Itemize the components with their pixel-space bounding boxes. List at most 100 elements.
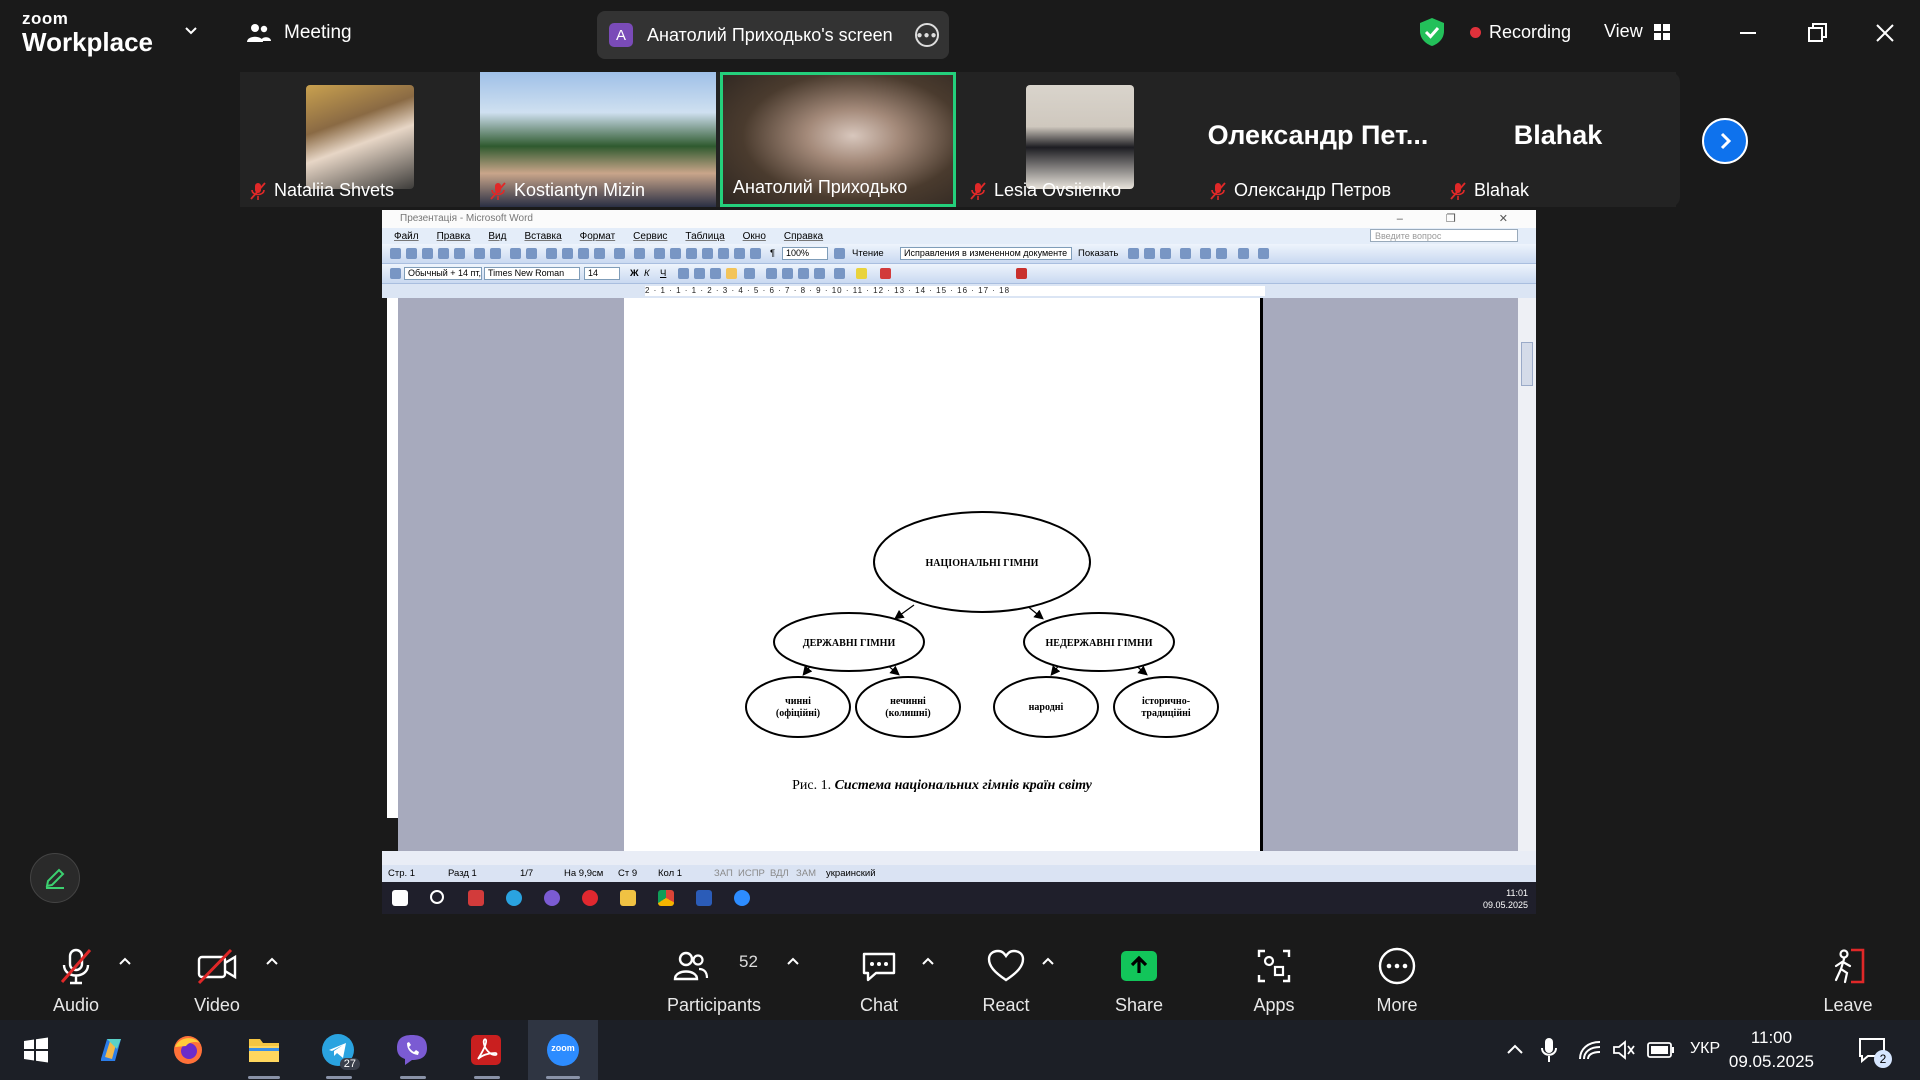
align-center-icon[interactable] bbox=[694, 268, 705, 279]
next-change-icon[interactable] bbox=[1144, 248, 1155, 259]
bullets-icon[interactable] bbox=[782, 268, 793, 279]
menu-insert[interactable]: Вставка bbox=[524, 231, 561, 242]
open-icon[interactable] bbox=[406, 248, 417, 259]
italic-button[interactable]: К bbox=[644, 268, 650, 279]
menu-table[interactable]: Таблица bbox=[685, 231, 724, 242]
email-icon[interactable] bbox=[454, 248, 465, 259]
status-track[interactable]: ИСПР bbox=[738, 868, 765, 879]
horizontal-ruler[interactable]: 2 · 1 · 1 · 1 · 2 · 3 · 4 · 5 · 6 · 7 · … bbox=[382, 284, 1536, 298]
firefox-button[interactable] bbox=[168, 1030, 208, 1070]
view-button[interactable]: View bbox=[1604, 21, 1671, 42]
menu-view[interactable]: Вид bbox=[488, 231, 506, 242]
highlight-color-icon[interactable] bbox=[856, 268, 867, 279]
menu-help[interactable]: Справка bbox=[784, 231, 823, 242]
participant-tile[interactable]: Kostiantyn Mizin bbox=[480, 72, 716, 207]
research-icon[interactable] bbox=[526, 248, 537, 259]
print-icon[interactable] bbox=[474, 248, 485, 259]
increase-indent-icon[interactable] bbox=[814, 268, 825, 279]
acrobat-button[interactable] bbox=[466, 1030, 506, 1070]
toolbar-extra-icon[interactable] bbox=[1016, 268, 1027, 279]
accept-change-icon[interactable] bbox=[1160, 248, 1171, 259]
security-shield-icon[interactable] bbox=[1418, 16, 1446, 48]
copilot-button[interactable] bbox=[92, 1030, 132, 1070]
chevron-down-icon[interactable] bbox=[184, 24, 198, 38]
font-combo[interactable]: Times New Roman bbox=[484, 267, 580, 280]
reviewing-pane-icon[interactable] bbox=[1238, 248, 1249, 259]
notifications-button[interactable]: 2 bbox=[1852, 1030, 1892, 1070]
border-icon[interactable] bbox=[834, 268, 845, 279]
meeting-menu-button[interactable]: Meeting bbox=[246, 22, 352, 44]
zoom-icon[interactable] bbox=[734, 890, 750, 906]
document-page[interactable]: НАЦІОНАЛЬНІ ГІМНИ ДЕРЖАВНІ ГІМНИ НЕДЕРЖА… bbox=[624, 298, 1263, 851]
font-size-combo[interactable]: 14 bbox=[584, 267, 620, 280]
line-spacing-icon[interactable] bbox=[744, 268, 755, 279]
menu-file[interactable]: Файл bbox=[394, 231, 419, 242]
toolbar-options-icon[interactable] bbox=[1258, 248, 1269, 259]
reject-change-icon[interactable] bbox=[1180, 248, 1191, 259]
search-icon[interactable] bbox=[430, 890, 444, 904]
participant-tile-active-speaker[interactable]: Анатолий Приходько bbox=[720, 72, 956, 207]
menu-tools[interactable]: Сервис bbox=[633, 231, 667, 242]
font-color-icon[interactable] bbox=[880, 268, 891, 279]
decrease-indent-icon[interactable] bbox=[798, 268, 809, 279]
leave-button[interactable]: Leave bbox=[1820, 932, 1876, 1020]
video-button[interactable]: Video bbox=[185, 932, 249, 1020]
status-record[interactable]: ЗАП bbox=[714, 868, 733, 879]
style-combo[interactable]: Обычный + 14 пт, bbox=[404, 267, 482, 280]
menu-edit[interactable]: Правка bbox=[437, 231, 471, 242]
start-button[interactable] bbox=[16, 1030, 56, 1070]
show-hide-icon[interactable]: ¶ bbox=[770, 248, 775, 259]
insert-excel-icon[interactable] bbox=[702, 248, 713, 259]
undo-icon[interactable] bbox=[614, 248, 625, 259]
scrollbar-thumb[interactable] bbox=[1521, 342, 1533, 386]
microphone-icon[interactable] bbox=[1540, 1037, 1558, 1063]
minimize-icon[interactable] bbox=[1733, 18, 1763, 48]
participant-tile[interactable]: Lesia Ovsiienko bbox=[960, 72, 1196, 207]
telegram-icon[interactable] bbox=[506, 890, 522, 906]
file-explorer-button[interactable] bbox=[244, 1030, 284, 1070]
chevron-up-icon[interactable] bbox=[1506, 1042, 1524, 1056]
system-clock[interactable]: 11:00 09.05.2025 bbox=[1729, 1026, 1814, 1074]
chevron-up-icon[interactable] bbox=[921, 954, 935, 968]
keyboard-language[interactable]: УКР bbox=[1690, 1040, 1720, 1058]
cut-icon[interactable] bbox=[546, 248, 557, 259]
align-left-icon[interactable] bbox=[678, 268, 689, 279]
wifi-icon[interactable] bbox=[1578, 1039, 1602, 1061]
justify-icon[interactable] bbox=[726, 268, 737, 279]
more-options-icon[interactable]: ●●● bbox=[915, 23, 939, 47]
track-changes-combo[interactable]: Исправления в измененном документе bbox=[900, 247, 1072, 260]
save-icon[interactable] bbox=[422, 248, 433, 259]
show-markup-button[interactable]: Показать bbox=[1078, 248, 1118, 259]
document-area[interactable]: НАЦІОНАЛЬНІ ГІМНИ ДЕРЖАВНІ ГІМНИ НЕДЕРЖА… bbox=[398, 298, 1518, 851]
apps-button[interactable]: Apps bbox=[1246, 932, 1302, 1020]
underline-button[interactable]: Ч bbox=[660, 268, 666, 279]
menu-format[interactable]: Формат bbox=[580, 231, 616, 242]
recording-indicator[interactable]: Recording bbox=[1470, 22, 1571, 43]
telegram-button[interactable]: 27 bbox=[318, 1030, 360, 1070]
paste-icon[interactable] bbox=[578, 248, 589, 259]
chevron-up-icon[interactable] bbox=[118, 954, 132, 968]
zoom-combo[interactable]: 100% bbox=[782, 247, 828, 260]
restore-icon[interactable] bbox=[1802, 18, 1832, 48]
spelling-icon[interactable] bbox=[510, 248, 521, 259]
tables-borders-icon[interactable] bbox=[670, 248, 681, 259]
status-extend[interactable]: ВДЛ bbox=[770, 868, 789, 879]
comment-icon[interactable] bbox=[1200, 248, 1211, 259]
status-overtype[interactable]: ЗАМ bbox=[796, 868, 816, 879]
battery-icon[interactable] bbox=[1647, 1042, 1675, 1058]
annotate-button[interactable] bbox=[30, 853, 80, 903]
chrome-icon[interactable] bbox=[658, 890, 674, 906]
vertical-scrollbar[interactable] bbox=[1518, 298, 1536, 851]
new-document-icon[interactable] bbox=[390, 248, 401, 259]
opera-icon[interactable] bbox=[582, 890, 598, 906]
menu-window[interactable]: Окно bbox=[743, 231, 766, 242]
numbering-icon[interactable] bbox=[766, 268, 777, 279]
redo-icon[interactable] bbox=[634, 248, 645, 259]
zoom-taskbar-button[interactable]: zoom bbox=[543, 1030, 583, 1070]
document-map-icon[interactable] bbox=[750, 248, 761, 259]
chat-button[interactable]: Chat bbox=[852, 932, 906, 1020]
more-button[interactable]: More bbox=[1368, 932, 1426, 1020]
share-button[interactable]: Share bbox=[1110, 932, 1168, 1020]
participant-tile[interactable]: Nataliia Shvets bbox=[240, 72, 476, 207]
insert-table-icon[interactable] bbox=[686, 248, 697, 259]
